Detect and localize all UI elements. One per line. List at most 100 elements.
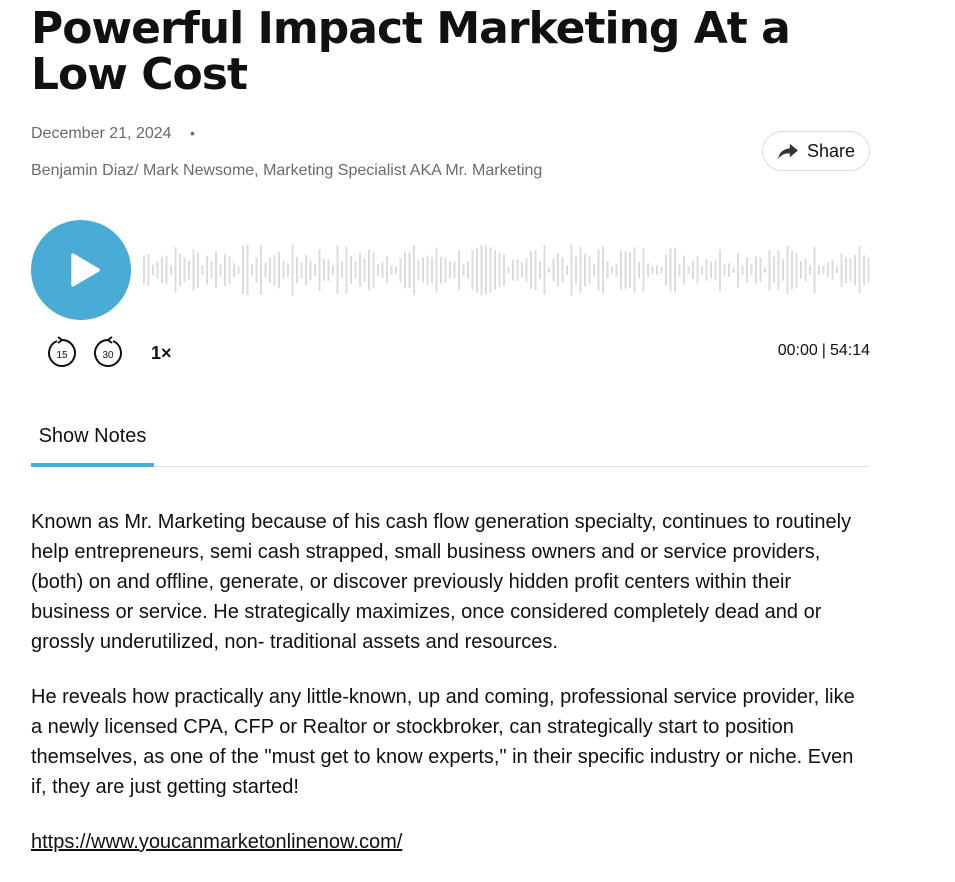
waveform-bar — [557, 253, 559, 287]
waveform-bar — [624, 251, 627, 289]
waveform-bar — [296, 256, 298, 284]
website-link[interactable]: https://www.youcanmarketonlinenow.com/ — [31, 831, 402, 853]
waveform-bar — [710, 261, 712, 279]
waveform-bar — [543, 245, 546, 295]
waveform-bar — [746, 257, 748, 283]
waveform-bar — [242, 245, 244, 295]
waveform-bar — [143, 255, 145, 285]
waveform-bar — [251, 264, 253, 276]
waveform-bar — [381, 262, 384, 278]
waveform-bar — [714, 260, 717, 280]
share-icon — [778, 143, 798, 160]
waveform-bar — [507, 266, 510, 274]
waveform-bar — [170, 265, 172, 275]
waveform-bar — [539, 261, 541, 279]
waveform-bar — [368, 249, 370, 291]
waveform-bar — [161, 257, 163, 283]
waveform-bar — [282, 260, 285, 280]
waveform-bar — [597, 249, 600, 291]
waveform-bar — [813, 246, 816, 294]
tab-bar: Show Notes — [31, 420, 870, 467]
waveform-bar — [575, 256, 577, 284]
waveform-bar — [719, 249, 721, 291]
waveform-bar — [206, 255, 208, 285]
waveform-bar — [404, 251, 406, 289]
waveform-bar — [728, 263, 730, 277]
waveform-bar — [417, 259, 420, 281]
waveform-bar — [566, 265, 568, 275]
waveform-bar — [323, 259, 325, 281]
waveform-scrubber[interactable] — [141, 242, 870, 298]
waveform-bar — [777, 250, 780, 290]
waveform-bar — [552, 258, 555, 282]
waveform-bar — [768, 249, 771, 291]
waveform-bar — [723, 264, 726, 276]
publish-date: December 21, 2024 — [31, 125, 172, 142]
waveform-bar — [548, 267, 550, 273]
skip-back-seconds: 15 — [56, 350, 68, 361]
waveform-bar — [413, 245, 415, 295]
skip-back-icon[interactable]: 15 — [45, 336, 79, 370]
waveform-bar — [741, 265, 744, 275]
waveform-bar — [530, 251, 532, 289]
play-icon — [71, 253, 100, 287]
waveform-bar — [809, 265, 811, 275]
waveform-bar — [435, 247, 438, 293]
playback-controls: 15 30 1× — [45, 336, 172, 370]
waveform-bar — [431, 257, 433, 283]
waveform-bar — [305, 254, 307, 286]
waveform-bar — [687, 266, 690, 274]
share-button[interactable]: Share — [762, 131, 870, 171]
waveform-bar — [327, 259, 330, 281]
waveform-bar — [278, 251, 280, 289]
waveform-bar — [827, 262, 829, 278]
waveform-bar — [822, 265, 825, 275]
waveform-bar — [453, 261, 456, 279]
waveform-bar — [800, 261, 802, 279]
tab-show-notes[interactable]: Show Notes — [31, 420, 154, 467]
waveform-bar — [197, 252, 199, 288]
time-separator: | — [821, 342, 826, 359]
waveform-bar — [269, 257, 271, 283]
waveform-bar — [485, 245, 487, 295]
waveform-bar — [498, 252, 501, 288]
waveform-bar — [291, 244, 294, 296]
waveform-bar — [629, 252, 631, 288]
waveform-bar — [458, 250, 460, 290]
waveform-bar — [620, 250, 622, 290]
waveform-bar — [426, 255, 429, 285]
waveform-bar — [246, 244, 249, 296]
notes-paragraph: He reveals how practically any little-kn… — [31, 686, 855, 798]
waveform-bar — [444, 257, 447, 283]
waveform-bar — [701, 265, 703, 275]
waveform-bar — [786, 245, 789, 295]
waveform-bar — [818, 265, 820, 275]
waveform-bar — [845, 257, 847, 283]
waveform-bar — [764, 267, 766, 273]
waveform-bar — [773, 256, 775, 284]
skip-forward-icon[interactable]: 30 — [91, 336, 125, 370]
waveform-bar — [602, 246, 604, 294]
waveform-bar — [309, 259, 312, 281]
waveform-bar — [395, 266, 397, 274]
playback-speed[interactable]: 1× — [151, 343, 172, 364]
waveform-bar — [611, 266, 613, 274]
waveform-bar — [386, 256, 388, 284]
waveform-bar — [350, 256, 352, 284]
waveform-bar — [804, 258, 807, 282]
play-button[interactable] — [31, 220, 131, 320]
current-time: 00:00 — [777, 342, 818, 359]
waveform-bar — [489, 247, 492, 293]
waveform-bar — [332, 265, 334, 275]
waveform-bar — [791, 250, 793, 290]
waveform-bar — [314, 263, 316, 277]
waveform-bar — [237, 266, 240, 274]
waveform-bar — [440, 256, 442, 284]
meta-separator-dot: • — [189, 125, 195, 141]
waveform-bar — [152, 264, 154, 276]
waveform-bar — [399, 257, 402, 283]
waveform-bar — [179, 253, 181, 287]
waveform-bar — [264, 262, 267, 278]
waveform-bar — [854, 254, 856, 286]
share-label: Share — [806, 140, 856, 161]
